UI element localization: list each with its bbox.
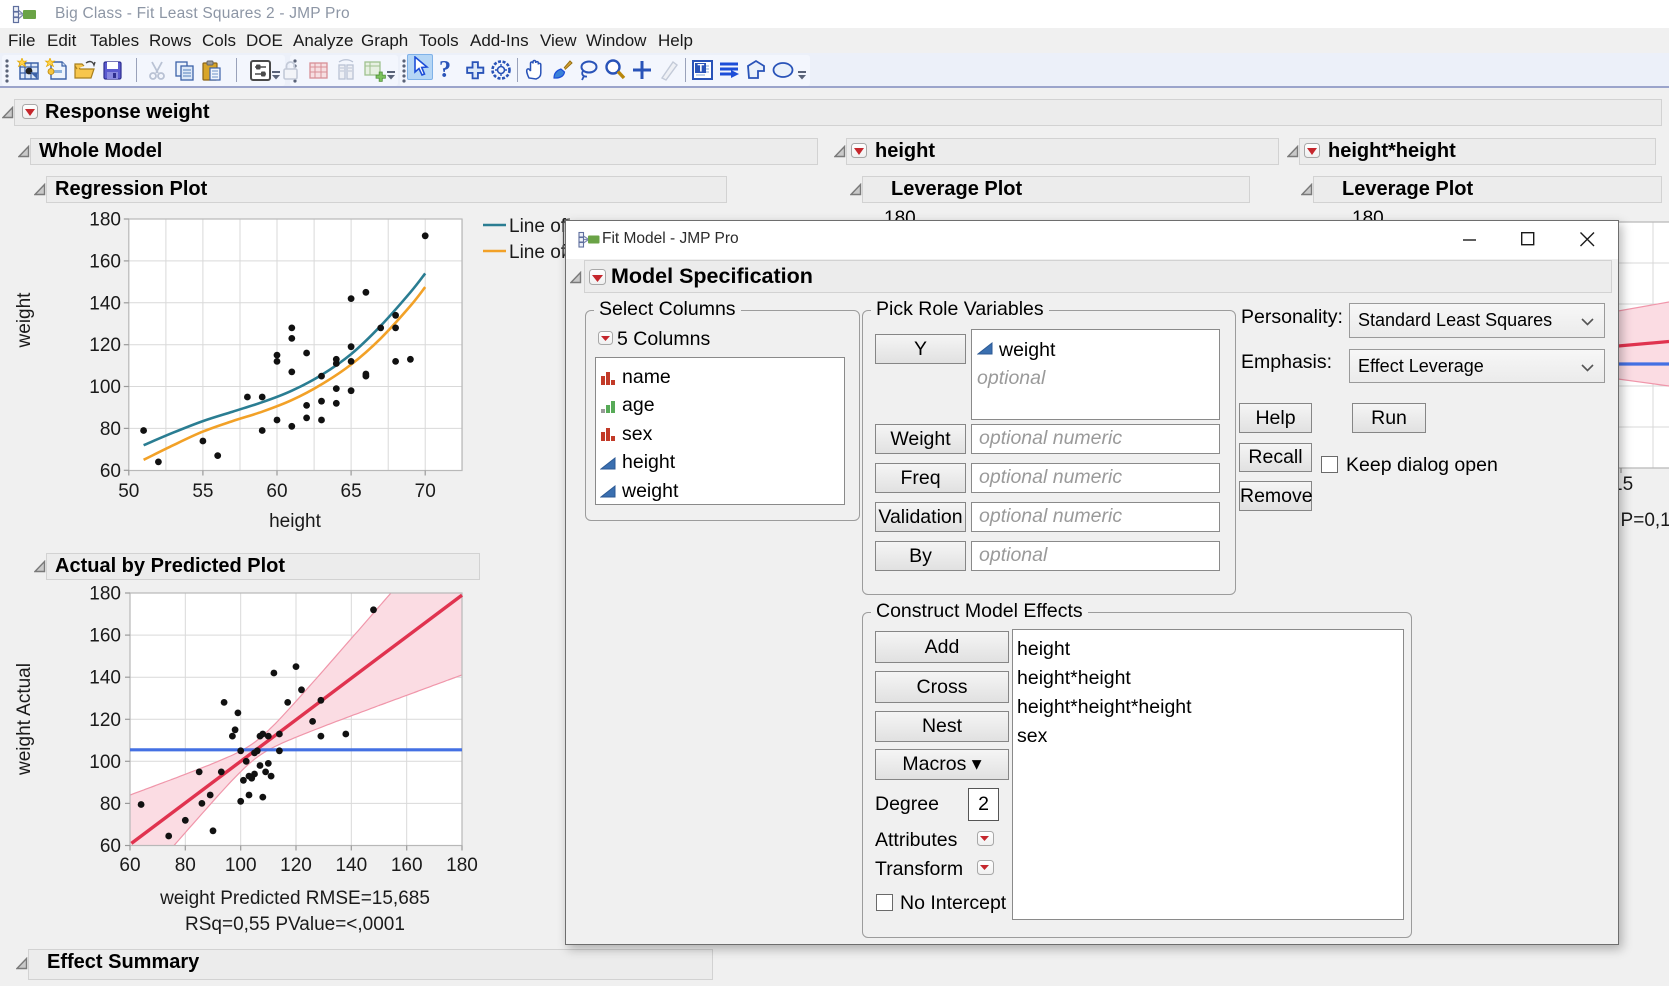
svg-text:160: 160 [89,626,121,647]
svg-text:160: 160 [391,855,423,876]
svg-text:80: 80 [100,419,121,440]
svg-text:100: 100 [225,855,257,876]
svg-text:120: 120 [89,710,121,731]
svg-text:weight: weight [14,292,35,349]
svg-text:weight Predicted RMSE=15,685: weight Predicted RMSE=15,685 [159,888,430,909]
svg-text:Line of: Line of [509,242,567,263]
svg-text:weight Actual: weight Actual [14,663,35,776]
svg-text:120: 120 [280,855,312,876]
svg-text:100: 100 [89,752,121,773]
svg-text:60: 60 [100,461,121,482]
svg-text:80: 80 [100,794,121,815]
svg-text:160: 160 [89,251,121,272]
svg-text:RSq=0,55 PValue=<,0001: RSq=0,55 PValue=<,0001 [185,914,405,935]
svg-text:180: 180 [89,210,121,231]
svg-text:140: 140 [89,668,121,689]
svg-text:80: 80 [175,855,196,876]
svg-text:50: 50 [118,481,139,502]
svg-text:Line of: Line of [509,216,567,237]
svg-text:height: height [269,511,321,532]
svg-text:55: 55 [192,481,213,502]
svg-text:180: 180 [89,584,121,605]
svg-text:100: 100 [89,377,121,398]
svg-text:60: 60 [266,481,287,502]
svg-text:60: 60 [119,855,140,876]
svg-text:120: 120 [89,335,121,356]
svg-text:65: 65 [341,481,362,502]
svg-text:140: 140 [335,855,367,876]
svg-text:T: T [698,63,705,75]
svg-text:, P=0,1: , P=0,1 [1618,510,1669,531]
svg-text:60: 60 [100,836,121,857]
svg-text:180: 180 [446,855,478,876]
svg-text:15: 15 [1618,474,1633,495]
svg-text:140: 140 [89,293,121,314]
svg-text:?: ? [439,58,451,82]
svg-text:70: 70 [415,481,436,502]
